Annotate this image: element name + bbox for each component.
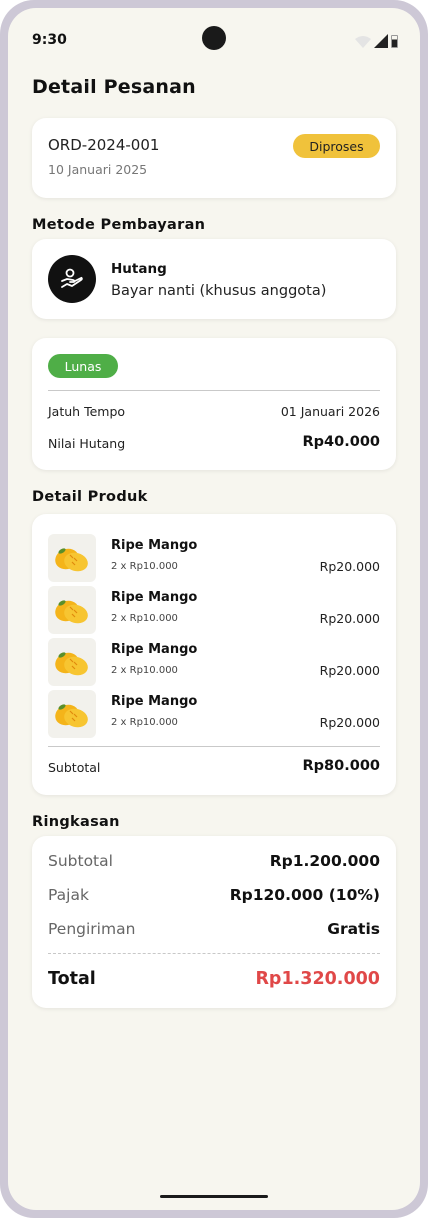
due-date-label: Jatuh Tempo <box>48 404 126 419</box>
list-item[interactable]: Ripe Mango 2 x Rp10.000 Rp20.000 <box>48 586 380 634</box>
status-icons <box>355 34 398 48</box>
shipping-label: Pengiriman <box>48 920 136 938</box>
debt-amount-label: Nilai Hutang <box>48 436 126 451</box>
product-name: Ripe Mango <box>111 642 198 657</box>
shipping-value: Gratis <box>327 920 380 938</box>
product-price: Rp20.000 <box>319 715 380 730</box>
dashed-divider <box>48 953 380 954</box>
mango-thumbnail <box>48 534 96 582</box>
mango-thumbnail <box>48 586 96 634</box>
products-subtotal-label: Subtotal <box>48 760 101 775</box>
phone-frame: 9:30 Detail Pesanan ORD-2024-001 10 Janu… <box>0 0 428 1218</box>
total-label: Total <box>48 969 96 989</box>
list-item[interactable]: Ripe Mango 2 x Rp10.000 Rp20.000 <box>48 534 380 582</box>
order-status-badge: Diproses <box>293 134 380 158</box>
order-date: 10 Januari 2025 <box>48 162 148 177</box>
products-section-title: Detail Produk <box>32 489 148 505</box>
products-subtotal-value: Rp80.000 <box>302 758 381 774</box>
product-name: Ripe Mango <box>111 694 198 709</box>
products-card: Ripe Mango 2 x Rp10.000 Rp20.000 Ripe Ma… <box>32 514 396 795</box>
summary-subtotal-label: Subtotal <box>48 852 113 870</box>
payment-method-description: Bayar nanti (khusus anggota) <box>111 283 327 299</box>
payment-section-title: Metode Pembayaran <box>32 217 206 233</box>
signal-icon <box>374 34 388 48</box>
screen: 9:30 Detail Pesanan ORD-2024-001 10 Janu… <box>8 8 420 1210</box>
battery-icon <box>391 35 398 48</box>
list-item[interactable]: Ripe Mango 2 x Rp10.000 Rp20.000 <box>48 690 380 738</box>
summary-section-title: Ringkasan <box>32 814 120 830</box>
product-quantity: 2 x Rp10.000 <box>111 717 178 728</box>
debt-amount-value: Rp40.000 <box>302 434 381 450</box>
debt-status-badge: Lunas <box>48 354 118 378</box>
page-title: Detail Pesanan <box>32 76 196 98</box>
product-price: Rp20.000 <box>319 663 380 678</box>
summary-card: Subtotal Rp1.200.000 Pajak Rp120.000 (10… <box>32 836 396 1008</box>
due-date-value: 01 Januari 2026 <box>280 404 380 419</box>
product-name: Ripe Mango <box>111 538 198 553</box>
summary-subtotal-value: Rp1.200.000 <box>269 852 380 870</box>
list-item[interactable]: Ripe Mango 2 x Rp10.000 Rp20.000 <box>48 638 380 686</box>
product-quantity: 2 x Rp10.000 <box>111 665 178 676</box>
payment-method-name: Hutang <box>111 261 167 277</box>
divider <box>48 390 380 391</box>
mango-thumbnail <box>48 638 96 686</box>
total-value: Rp1.320.000 <box>255 969 380 989</box>
status-time: 9:30 <box>32 32 67 48</box>
payment-method-card: Hutang Bayar nanti (khusus anggota) <box>32 239 396 319</box>
front-camera <box>202 26 226 50</box>
order-id: ORD-2024-001 <box>48 136 160 154</box>
debt-card: Lunas Jatuh Tempo 01 Januari 2026 Nilai … <box>32 338 396 470</box>
order-card: ORD-2024-001 10 Januari 2025 Diproses <box>32 118 396 198</box>
tax-value: Rp120.000 (10%) <box>229 886 380 904</box>
wifi-icon <box>355 36 371 48</box>
divider <box>48 746 380 747</box>
tax-label: Pajak <box>48 886 89 904</box>
product-quantity: 2 x Rp10.000 <box>111 613 178 624</box>
product-price: Rp20.000 <box>319 559 380 574</box>
product-quantity: 2 x Rp10.000 <box>111 561 178 572</box>
product-price: Rp20.000 <box>319 611 380 626</box>
hand-coin-icon <box>48 255 96 303</box>
product-name: Ripe Mango <box>111 590 198 605</box>
home-indicator[interactable] <box>160 1195 268 1198</box>
mango-thumbnail <box>48 690 96 738</box>
